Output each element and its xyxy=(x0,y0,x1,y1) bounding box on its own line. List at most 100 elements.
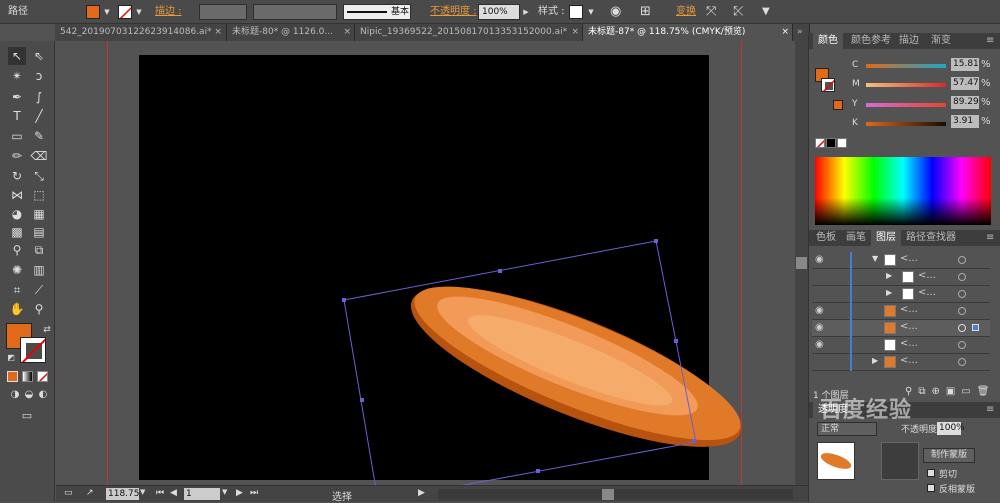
scroll-thumb[interactable] xyxy=(602,489,614,500)
layer-row[interactable]: ▶ <... xyxy=(812,286,990,303)
tab-document-3[interactable]: Nipic_19369522_20150817013353152000.ai* × xyxy=(355,24,583,41)
selection-indicator[interactable] xyxy=(972,324,979,331)
chevron-down-icon[interactable]: ▼ xyxy=(222,488,227,496)
blend-tool-icon[interactable]: ⧉ xyxy=(30,241,48,259)
canvas-area[interactable] xyxy=(56,41,808,485)
hand-tool-icon[interactable]: ✋ xyxy=(8,300,26,318)
fill-swatch[interactable] xyxy=(86,5,100,19)
layer-row[interactable]: ◉ <... xyxy=(812,303,990,320)
chevron-down-icon[interactable]: ▼ xyxy=(140,488,145,496)
line-tool-icon[interactable]: ╱ xyxy=(30,107,48,125)
zoom-tool-icon[interactable]: ⚲ xyxy=(30,300,48,318)
eye-icon[interactable]: ◉ xyxy=(815,305,824,316)
target-icon[interactable] xyxy=(958,358,966,366)
slice-tool-icon[interactable]: ⟋ xyxy=(30,281,48,299)
first-artboard-icon[interactable]: ⏮ xyxy=(156,488,164,498)
invert-mask-checkbox[interactable] xyxy=(927,484,935,492)
stroke-color-box[interactable] xyxy=(821,78,835,92)
opacity-label[interactable]: 不透明度 : xyxy=(430,3,477,21)
direct-selection-tool-icon[interactable]: ⇖ xyxy=(30,47,48,65)
chevron-down-icon[interactable]: ▼ xyxy=(586,4,596,20)
column-graph-tool-icon[interactable]: ▥ xyxy=(30,261,48,279)
magenta-value-input[interactable]: 57.47 xyxy=(951,77,979,90)
tab-layers[interactable]: 图层 xyxy=(871,230,901,246)
tab-document-1[interactable]: 542_20190703122623914086.ai* × xyxy=(55,24,227,41)
panel-menu-icon[interactable]: ≡ xyxy=(981,402,999,418)
panel-menu-icon[interactable]: ≡ xyxy=(981,230,999,246)
rotate-tool-icon[interactable]: ↻ xyxy=(8,167,26,185)
chevron-right-icon[interactable]: ▶ xyxy=(521,4,531,20)
rectangle-tool-icon[interactable]: ▭ xyxy=(8,127,26,145)
share-icon[interactable]: ↗ xyxy=(86,488,94,498)
none-mode-icon[interactable] xyxy=(37,371,48,382)
tab-document-2[interactable]: 未标题-80* @ 1126.0... × xyxy=(227,24,355,41)
previous-artboard-icon[interactable]: ◀ xyxy=(170,488,177,498)
graphic-style-swatch[interactable] xyxy=(569,5,583,19)
chevron-right-icon[interactable]: ▶ xyxy=(886,288,892,297)
artboard-number-input[interactable]: 1 xyxy=(184,488,220,500)
yellow-value-input[interactable]: 89.29 xyxy=(951,96,979,109)
last-artboard-icon[interactable]: ⏭ xyxy=(250,488,258,498)
lasso-tool-icon[interactable]: ↄ xyxy=(30,67,48,85)
swap-colors-icon[interactable]: ⇄ xyxy=(38,321,56,339)
eye-icon[interactable]: ◉ xyxy=(815,339,824,350)
out-of-gamut-swatch[interactable] xyxy=(833,100,843,110)
pen-tool-icon[interactable]: ✒ xyxy=(8,88,26,106)
mask-thumbnail[interactable] xyxy=(881,442,919,480)
default-colors-icon[interactable]: ◩ xyxy=(2,349,20,367)
vertical-scrollbar[interactable] xyxy=(795,41,808,485)
target-icon[interactable] xyxy=(958,256,966,264)
close-icon[interactable]: × xyxy=(781,24,789,41)
draw-inside-icon[interactable]: ◐ xyxy=(34,386,52,404)
black-swatch[interactable] xyxy=(826,138,836,148)
eye-icon[interactable]: ◉ xyxy=(815,254,824,265)
cyan-slider[interactable] xyxy=(866,64,946,68)
chevron-right-icon[interactable]: ▶ xyxy=(872,356,878,365)
recolor-icon[interactable]: ◉ xyxy=(610,3,621,21)
chevron-down-icon[interactable]: ▼ xyxy=(872,254,878,263)
close-icon[interactable]: × xyxy=(343,24,351,41)
object-thumbnail[interactable] xyxy=(817,442,855,480)
tab-gradient[interactable]: 渐变 xyxy=(926,33,956,49)
chevron-down-icon[interactable]: ▼ xyxy=(762,3,770,21)
make-mask-button[interactable]: 制作蒙版 xyxy=(923,448,975,463)
chevron-right-icon[interactable]: ▶ xyxy=(886,271,892,280)
color-mode-icon[interactable] xyxy=(7,371,18,382)
chevron-down-icon[interactable]: ▼ xyxy=(134,4,144,20)
pencil-tool-icon[interactable]: ✏ xyxy=(8,147,26,165)
gradient-tool-icon[interactable]: ▤ xyxy=(30,223,48,241)
width-tool-icon[interactable]: ⋈ xyxy=(8,186,26,204)
stroke-color-box[interactable] xyxy=(20,337,46,363)
tab-color-guide[interactable]: 颜色参考 xyxy=(846,33,896,49)
blend-mode-select[interactable]: 正常 xyxy=(817,422,877,436)
symbol-sprayer-tool-icon[interactable]: ✺ xyxy=(8,261,26,279)
panel-menu-icon[interactable]: ≡ xyxy=(981,33,999,49)
curvature-tool-icon[interactable]: ∫ xyxy=(30,88,48,106)
target-icon[interactable] xyxy=(958,324,966,332)
paintbrush-tool-icon[interactable]: ✎ xyxy=(30,127,48,145)
color-spectrum[interactable] xyxy=(815,157,991,225)
eraser-tool-icon[interactable]: ⌫ xyxy=(30,147,48,165)
variable-width-profile[interactable] xyxy=(253,4,337,20)
status-menu-icon[interactable]: ▶ xyxy=(418,488,425,498)
magic-wand-tool-icon[interactable]: ✴ xyxy=(8,67,26,85)
stroke-weight-field[interactable] xyxy=(199,4,247,20)
black-value-input[interactable]: 3.91 xyxy=(951,115,979,128)
layer-row[interactable]: ▶ <... xyxy=(812,269,990,286)
target-icon[interactable] xyxy=(958,290,966,298)
perspective-grid-tool-icon[interactable]: ▦ xyxy=(30,205,48,223)
layer-row[interactable]: ◉ ▼ <... xyxy=(812,252,990,269)
artboard-tool-icon[interactable]: ⌗ xyxy=(8,281,26,299)
layer-row[interactable]: ◉ <... xyxy=(812,337,990,354)
selection-tool-icon[interactable]: ↖ xyxy=(8,47,26,65)
magenta-slider[interactable] xyxy=(866,83,946,87)
layers-footer-icons[interactable]: ⚲⧉⊕▣▭🗑 xyxy=(905,386,995,397)
mesh-tool-icon[interactable]: ▩ xyxy=(8,223,26,241)
screen-mode-icon[interactable]: ▭ xyxy=(18,407,36,425)
white-swatch[interactable] xyxy=(837,138,847,148)
type-tool-icon[interactable]: T xyxy=(8,107,26,125)
opacity-input[interactable]: 100% xyxy=(937,422,965,435)
arrange-icon[interactable]: ⤪ xyxy=(733,3,743,21)
layer-row[interactable]: ▶ <... xyxy=(812,354,990,371)
layer-row[interactable]: ◉ <... xyxy=(812,320,990,337)
